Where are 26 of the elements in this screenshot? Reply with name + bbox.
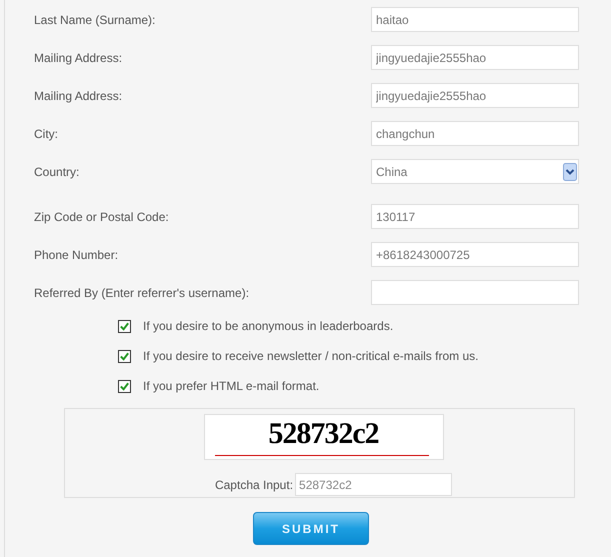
- input-field[interactable]: changchun: [371, 121, 579, 146]
- field-label: Last Name (Surname):: [34, 12, 156, 26]
- input-field[interactable]: [371, 280, 579, 305]
- country-select[interactable]: China: [371, 159, 579, 184]
- captcha-input[interactable]: 528732c2: [295, 473, 452, 496]
- submit-button[interactable]: SUBMIT: [253, 512, 369, 545]
- input-field[interactable]: haitao: [371, 7, 579, 32]
- field-label: Phone Number:: [34, 248, 118, 262]
- field-label: Referred By (Enter referrer's username):: [34, 286, 250, 300]
- field-label: City:: [34, 126, 58, 140]
- input-field[interactable]: +8618243000725: [371, 242, 579, 267]
- field-label: Mailing Address:: [34, 50, 122, 64]
- field-label: Mailing Address:: [34, 88, 122, 102]
- input-field[interactable]: jingyuedajie2555hao: [371, 83, 579, 108]
- checkbox[interactable]: [118, 350, 131, 362]
- captcha-image: 528732c2: [204, 414, 444, 460]
- captcha-label: Captcha Input:: [214, 478, 294, 492]
- checkbox[interactable]: [118, 380, 131, 392]
- checkbox[interactable]: [118, 320, 131, 332]
- checkbox-label: If you prefer HTML e-mail format.: [143, 379, 320, 393]
- input-field[interactable]: jingyuedajie2555hao: [371, 45, 579, 70]
- field-label: Country:: [34, 164, 80, 178]
- input-field[interactable]: 130117: [371, 204, 579, 229]
- checkbox-label: If you desire to receive newsletter / non-critical e-mails from us.: [143, 349, 478, 363]
- field-label: Zip Code or Postal Code:: [34, 210, 169, 224]
- checkbox-label: If you desire to be anonymous in leaderboards.: [143, 319, 394, 333]
